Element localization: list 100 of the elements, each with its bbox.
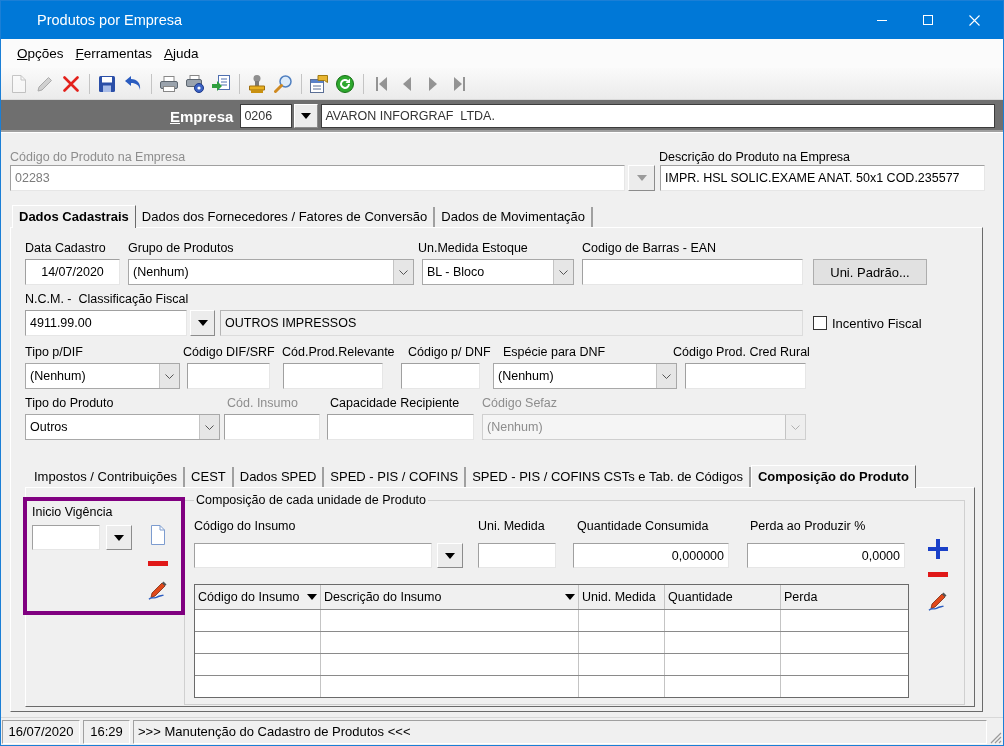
chevron-down-icon bbox=[165, 373, 174, 379]
printer-icon[interactable] bbox=[160, 75, 178, 92]
pencil-icon[interactable] bbox=[147, 580, 168, 600]
tab[interactable]: CEST bbox=[185, 467, 234, 487]
description-field: OUTROS IMPRESSOS bbox=[220, 310, 803, 336]
company-name-field[interactable]: AVARON INFORGRAF LTDA. bbox=[321, 104, 995, 128]
text-field[interactable] bbox=[283, 363, 383, 389]
text-field[interactable]: 4911.99.00 bbox=[25, 310, 187, 336]
caret-down-icon bbox=[565, 594, 575, 600]
curved-arrow-icon[interactable] bbox=[124, 76, 142, 91]
printer-gear-icon[interactable] bbox=[186, 74, 204, 93]
pencil-icon[interactable] bbox=[928, 591, 948, 611]
field-label: Código Sefaz bbox=[482, 395, 558, 411]
dropdown-button[interactable] bbox=[106, 525, 132, 550]
refresh-icon[interactable] bbox=[336, 74, 354, 93]
document-arrow-icon[interactable] bbox=[212, 74, 230, 93]
chevron-down-icon bbox=[662, 373, 671, 379]
field-label: Espécie para DNF bbox=[503, 344, 606, 360]
caret-down-icon bbox=[636, 175, 647, 181]
text-field[interactable]: IMPR. HSL SOLIC.EXAME ANAT. 50x1 COD.235577 bbox=[660, 165, 985, 191]
plus-icon[interactable] bbox=[928, 539, 948, 559]
tab[interactable]: SPED - PIS / COFINS bbox=[324, 467, 467, 487]
field-label: Quantidade Consumida bbox=[577, 518, 709, 534]
field-label: Código do Insumo bbox=[194, 518, 296, 534]
column-header[interactable]: Quantidade bbox=[665, 585, 781, 609]
dropdown-button[interactable] bbox=[294, 104, 319, 128]
number-field[interactable]: 0,0000 bbox=[747, 543, 905, 568]
minus-icon[interactable] bbox=[147, 561, 168, 566]
field-label: Tipo p/DIF bbox=[25, 344, 83, 360]
field-label: Codigo de Barras - EAN bbox=[582, 240, 717, 256]
tab[interactable]: Dados de Movimentação bbox=[435, 207, 594, 227]
search-icon[interactable] bbox=[274, 74, 292, 93]
status-panel: >>> Manutenção do Cadastro de Produtos <<< bbox=[133, 719, 987, 744]
field-label: Un.Medida Estoque bbox=[418, 240, 528, 256]
company-label: Empresa bbox=[170, 107, 234, 125]
maximize-icon bbox=[923, 15, 933, 25]
field-label: Inicio Vigência bbox=[32, 504, 113, 520]
minimize-icon bbox=[877, 19, 887, 21]
tab[interactable]: Dados Cadastrais bbox=[12, 205, 136, 228]
chevron-down-icon bbox=[205, 424, 214, 430]
menu-item[interactable]: Ajuda bbox=[164, 46, 199, 61]
x-mark-icon[interactable] bbox=[63, 75, 79, 92]
window-title: Produtos por Empresa bbox=[37, 12, 183, 28]
number-field[interactable]: 0,000000 bbox=[573, 543, 729, 568]
field-label: Capacidade Recipiente bbox=[330, 395, 460, 411]
menu-item[interactable]: Ferramentas bbox=[75, 46, 153, 61]
text-field[interactable] bbox=[224, 414, 320, 440]
field-label: Descrição do Produto na Empresa bbox=[659, 149, 851, 165]
status-panel: 16/07/2020 bbox=[2, 719, 80, 744]
combo-box[interactable]: (Nenhum) bbox=[128, 259, 414, 285]
tab[interactable]: Dados dos Fornecedores / Fatores de Conversão bbox=[135, 207, 436, 227]
stamp-icon[interactable] bbox=[249, 74, 265, 93]
text-field[interactable] bbox=[478, 543, 556, 568]
field-label: Perda ao Produzir % bbox=[750, 518, 866, 534]
status-panel: 16:29 bbox=[83, 719, 130, 744]
close-icon bbox=[968, 14, 980, 26]
combo-box[interactable]: (Nenhum) bbox=[25, 363, 180, 389]
caret-down-icon bbox=[301, 113, 312, 119]
field-label: Código Prod. Cred Rural bbox=[673, 344, 810, 360]
text-field[interactable] bbox=[194, 543, 432, 568]
column-header[interactable]: Unid. Medida bbox=[579, 585, 665, 609]
column-header[interactable]: Perda bbox=[781, 585, 908, 609]
field-label: Grupo de Produtos bbox=[128, 240, 234, 256]
column-header[interactable]: Descrição do Insumo bbox=[321, 585, 579, 609]
text-field[interactable] bbox=[327, 414, 474, 440]
dropdown-button[interactable] bbox=[190, 310, 215, 336]
text-field[interactable] bbox=[187, 363, 270, 389]
document-icon[interactable] bbox=[150, 525, 165, 545]
group-title: Composição de cada unidade de Produto bbox=[195, 493, 428, 508]
caret-down-icon bbox=[197, 320, 208, 326]
chevron-down-icon bbox=[559, 269, 568, 275]
date-field[interactable]: 14/07/2020 bbox=[25, 259, 120, 285]
action-button[interactable]: Uni. Padrão... bbox=[813, 259, 927, 285]
text-field[interactable] bbox=[685, 363, 806, 389]
date-field[interactable] bbox=[32, 525, 100, 550]
text-field[interactable] bbox=[401, 363, 480, 389]
menu-item[interactable]: Opções bbox=[17, 46, 64, 61]
card-icon[interactable] bbox=[310, 74, 328, 93]
dropdown-button[interactable] bbox=[437, 543, 463, 568]
resize-grip-icon[interactable] bbox=[990, 732, 1002, 744]
field-label: Uni. Medida bbox=[478, 518, 545, 534]
field-label: Código DIF/SRF bbox=[183, 344, 275, 360]
field-label: N.C.M. - Classificação Fiscal bbox=[25, 291, 189, 307]
tab[interactable]: Composição do Produto bbox=[750, 465, 916, 488]
chevron-down-icon bbox=[399, 269, 408, 275]
combo-box[interactable]: BL - Bloco bbox=[422, 259, 574, 285]
checkbox[interactable] bbox=[813, 316, 827, 330]
combo-box[interactable]: Outros bbox=[25, 414, 220, 440]
chevron-down-icon bbox=[791, 424, 800, 430]
field-label: Cód. Insumo bbox=[227, 395, 298, 411]
tab[interactable]: Dados SPED bbox=[233, 467, 325, 487]
caret-down-icon bbox=[445, 552, 455, 559]
column-header[interactable]: Código do Insumo bbox=[195, 585, 321, 609]
text-field[interactable] bbox=[582, 259, 803, 285]
field-label: Data Cadastro bbox=[25, 240, 106, 256]
field-label: Tipo do Produto bbox=[25, 395, 114, 411]
tab[interactable]: Impostos / Contribuições bbox=[28, 467, 186, 487]
company-code-field[interactable]: 0206 bbox=[240, 104, 293, 128]
combo-box[interactable]: (Nenhum) bbox=[493, 363, 677, 389]
field-label: Código p/ DNF bbox=[408, 344, 491, 360]
